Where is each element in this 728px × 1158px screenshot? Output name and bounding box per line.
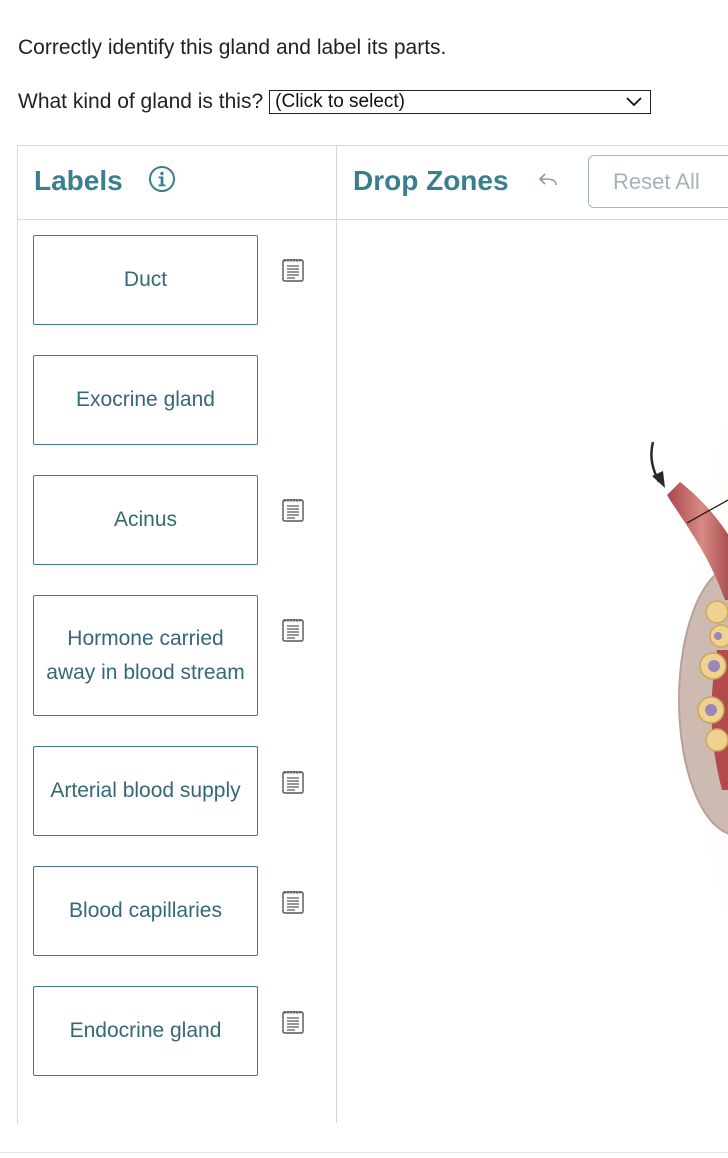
select-value: (Click to select) [275,91,405,112]
label-card-duct[interactable]: Duct [33,235,258,325]
notes-icon[interactable] [282,258,304,282]
cell-nucleus [714,632,722,640]
gland-type-select[interactable]: (Click to select) [269,90,652,114]
notes-icon[interactable] [282,1010,304,1034]
label-card-acinus[interactable]: Acinus [33,475,258,565]
label-text: Exocrine gland [76,388,215,411]
notes-icon[interactable] [282,770,304,794]
label-text: Blood capillaries [69,899,222,922]
notes-icon[interactable] [282,890,304,914]
gland-cell [705,600,728,624]
question-prompt: What kind of gland is this? [18,90,264,113]
gland-illustration [587,384,728,1016]
label-text: Acinus [113,508,178,531]
question-row: What kind of gland is this? (Click to se… [18,90,652,114]
label-text: Hormone carried away in blood stream [46,626,245,684]
chevron-down-icon [626,97,642,107]
footer-divider [0,1152,728,1153]
question-title: Correctly identify this gland and label … [18,36,447,59]
label-text: Endocrine gland [69,1019,222,1042]
label-card-endocrine-gland[interactable]: Endocrine gland [33,986,258,1076]
drop-zones-heading: Drop Zones [353,165,509,196]
notes-icon[interactable] [282,618,304,642]
label-card-exocrine-gland[interactable]: Exocrine gland [33,355,258,445]
reset-all-button[interactable]: Reset All [588,155,728,208]
info-circle-icon[interactable] [148,165,176,193]
label-card-blood-capillaries[interactable]: Blood capillaries [33,866,258,956]
label-text: Duct [123,268,168,291]
labels-heading: Labels [34,165,123,196]
cell-nucleus [705,704,717,716]
reset-all-label: Reset All [613,168,700,194]
label-card-hormone-carried-away[interactable]: Hormone carried away in blood stream [33,595,258,716]
notes-icon[interactable] [282,498,304,522]
label-card-arterial-blood-supply[interactable]: Arterial blood supply [33,746,258,836]
undo-arrow-icon[interactable] [536,171,560,191]
cell-nucleus [708,660,720,672]
gland-cell [705,728,728,752]
label-text: Arterial blood supply [50,779,241,802]
